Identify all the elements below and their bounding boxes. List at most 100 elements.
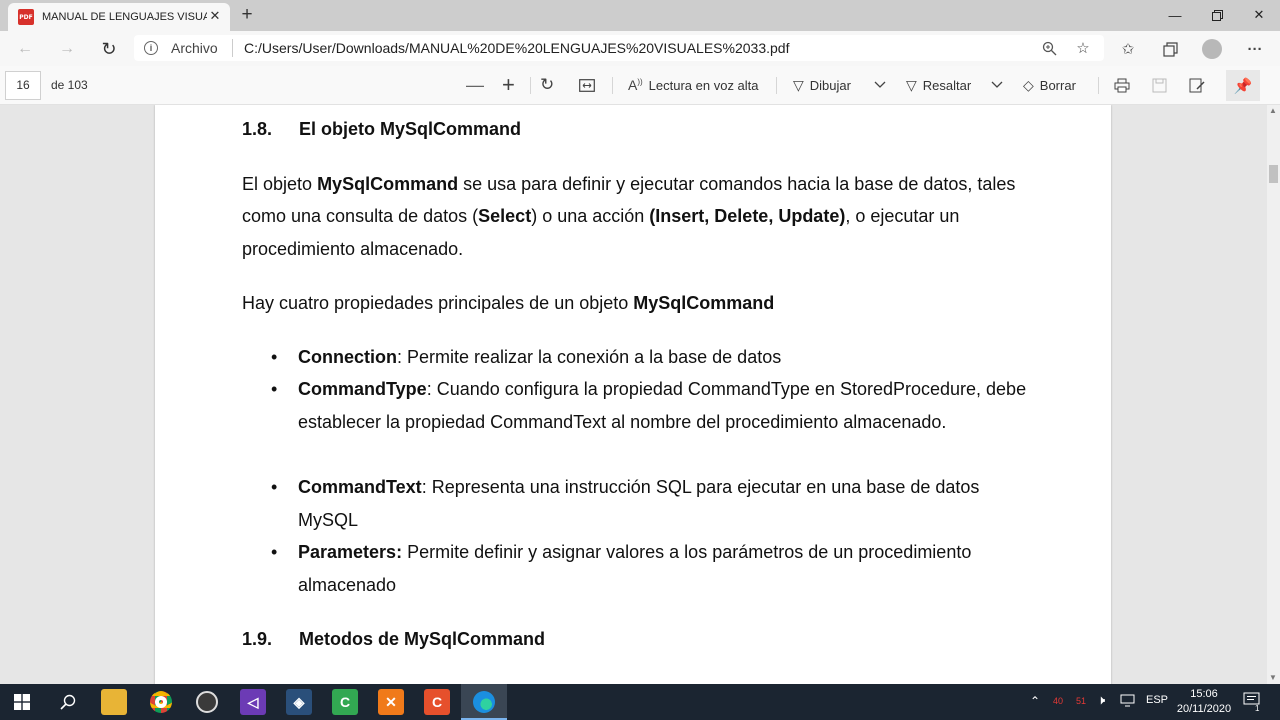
camtasia-icon[interactable]: C (332, 689, 358, 715)
xampp-icon[interactable]: ✕ (378, 689, 404, 715)
vertical-scrollbar[interactable]: ▲ ▼ (1267, 105, 1280, 684)
list-item: • Parameters: Permite definir y asignar v… (271, 536, 1028, 601)
close-window-icon[interactable]: ✕ (1236, 2, 1280, 28)
fit-page-icon[interactable] (579, 74, 595, 96)
edge-icon[interactable] (471, 689, 497, 715)
draw-button[interactable]: ▽ Dibujar (793, 74, 851, 96)
search-icon[interactable] (55, 689, 81, 715)
favorite-star-icon[interactable]: ☆ (1070, 35, 1096, 61)
scroll-down-icon[interactable]: ▼ (1269, 673, 1277, 682)
minimize-icon[interactable]: — (1152, 2, 1198, 28)
network-icon[interactable] (1120, 694, 1135, 710)
bullet-icon: • (271, 379, 278, 399)
pdf-viewer[interactable]: 1.8. El objeto MySqlCommand El objeto MyS… (0, 105, 1267, 684)
tab-strip: PDF MANUAL DE LENGUAJES VISUALES 33.pdf … (0, 0, 1280, 31)
forward-icon[interactable]: → (54, 36, 80, 62)
pdf-file-icon: PDF (18, 9, 34, 25)
address-scheme-label: Archivo (171, 40, 218, 56)
bullet-term: Connection (298, 347, 397, 367)
tab-title: MANUAL DE LENGUAJES VISUALES 33.pdf (42, 11, 207, 23)
bullet-term: Parameters: (298, 542, 403, 562)
profile-avatar-icon[interactable] (1199, 36, 1225, 62)
close-tab-icon[interactable]: ✕ (208, 9, 222, 23)
volume-icon[interactable]: 🕨 (1097, 692, 1105, 708)
back-icon[interactable]: ← (12, 36, 38, 62)
read-aloud-label: Lectura en voz alta (648, 77, 759, 93)
highlight-options-chevron-icon[interactable] (991, 74, 1003, 96)
tab-pdf[interactable]: PDF MANUAL DE LENGUAJES VISUALES 33.pdf … (8, 3, 230, 31)
paragraph-intro: El objeto MySqlCommand se usa para defin… (242, 168, 1032, 265)
system-clock[interactable]: 15:06 20/11/2020 (1168, 687, 1240, 717)
bold-run: Select (478, 206, 532, 227)
toolbar-divider (1098, 77, 1099, 94)
bullet-icon: • (271, 542, 278, 562)
bullet-term: CommandType (298, 379, 427, 399)
address-bar-row: ← → ↻ i Archivo C:/Users/User/Downloads/… (0, 31, 1280, 66)
visual-studio-icon[interactable]: ◁ (240, 689, 266, 715)
draw-label: Dibujar (809, 77, 851, 93)
pdf-page: 1.8. El objeto MySqlCommand El objeto MyS… (155, 105, 1111, 684)
section-number: 1.8. (242, 119, 273, 139)
erase-label: Borrar (1039, 77, 1076, 93)
bold-run: (Insert, Delete, Update) (649, 206, 846, 227)
browser-window: PDF MANUAL DE LENGUAJES VISUALES 33.pdf … (0, 0, 1280, 720)
windows-start-icon[interactable] (9, 689, 35, 715)
bullet-text: : Permite realizar la conexión a la base… (397, 347, 782, 367)
codeigniter-icon[interactable]: C (424, 689, 450, 715)
bold-run: MySqlCommand (317, 174, 459, 194)
scroll-up-icon[interactable]: ▲ (1269, 106, 1277, 115)
tray-value: 51 (1076, 696, 1087, 706)
erase-button[interactable]: ◇ Borrar (1023, 74, 1076, 96)
new-tab-icon[interactable]: + (236, 5, 258, 27)
page-number-input[interactable]: 16 (5, 71, 41, 100)
bullet-term: CommandText (298, 477, 422, 497)
toolbar-divider (776, 77, 777, 94)
list-item: • Connection: Permite realizar la conexió… (271, 341, 1028, 374)
show-hidden-icons-icon[interactable]: ⌃ (1030, 694, 1040, 708)
pin-toolbar-icon[interactable]: 📌 (1226, 70, 1260, 101)
bullet-icon: • (271, 477, 278, 497)
collections-icon[interactable] (1157, 36, 1183, 62)
clock-date: 20/11/2020 (1176, 703, 1232, 715)
section-heading-1-9: 1.9. Metodos de MySqlCommand (242, 629, 545, 650)
save-as-icon[interactable] (1189, 74, 1205, 96)
scrollbar-thumb[interactable] (1269, 165, 1278, 183)
zoom-in-icon[interactable]: + (502, 72, 515, 97)
highlight-button[interactable]: ▽ Resaltar (906, 74, 971, 96)
page-count: de 103 (51, 78, 88, 92)
section-heading-1-8: 1.8. El objeto MySqlCommand (242, 119, 521, 140)
chrome-icon[interactable] (148, 689, 174, 715)
favorites-icon[interactable]: ✩ (1115, 36, 1141, 62)
file-explorer-icon[interactable] (101, 689, 127, 715)
zoom-icon[interactable] (1036, 35, 1062, 61)
more-menu-icon[interactable]: ··· (1242, 36, 1268, 62)
save-icon[interactable] (1152, 74, 1167, 96)
rotate-icon[interactable]: ↻ (540, 74, 554, 96)
section-title: Metodos de MySqlCommand (299, 629, 546, 649)
print-icon[interactable] (1114, 74, 1130, 96)
section-title: El objeto MySqlCommand (299, 119, 522, 139)
obs-icon[interactable] (194, 689, 220, 715)
paragraph-properties: Hay cuatro propiedades principales de un… (242, 287, 1032, 319)
url-field[interactable]: i Archivo C:/Users/User/Downloads/MANUAL… (134, 35, 1104, 61)
pdf-toolbar: 16 de 103 — + ↻ A)) Lectura en voz alta … (0, 66, 1280, 105)
mysql-workbench-icon[interactable]: ◈ (286, 689, 312, 715)
toolbar-divider (530, 77, 531, 94)
read-aloud-button[interactable]: A)) Lectura en voz alta (628, 74, 759, 96)
zoom-out-icon[interactable]: — (466, 74, 484, 96)
restore-icon[interactable] (1194, 2, 1240, 28)
text-run: Hay cuatro propiedades principales de un… (242, 293, 634, 313)
text-run: El objeto (242, 174, 318, 194)
info-icon[interactable]: i (144, 41, 158, 55)
draw-options-chevron-icon[interactable] (874, 74, 886, 96)
refresh-icon[interactable]: ↻ (96, 36, 122, 62)
url-text[interactable]: C:/Users/User/Downloads/MANUAL%20DE%20LE… (244, 40, 789, 56)
windows-taskbar: ◁ ◈ C ✕ C ⌃ 40 51 🕨 ESP 15:06 20/11/2020… (0, 684, 1280, 720)
toolbar-divider (612, 77, 613, 94)
list-item: • CommandType: Cuando configura la propie… (271, 373, 1028, 438)
eraser-icon: ◇ (1023, 76, 1034, 93)
input-language[interactable]: ESP (1146, 694, 1168, 706)
clock-time: 15:06 (1190, 688, 1218, 700)
bold-run: MySqlCommand (633, 293, 775, 313)
notification-count-badge: 1 (1255, 704, 1260, 713)
